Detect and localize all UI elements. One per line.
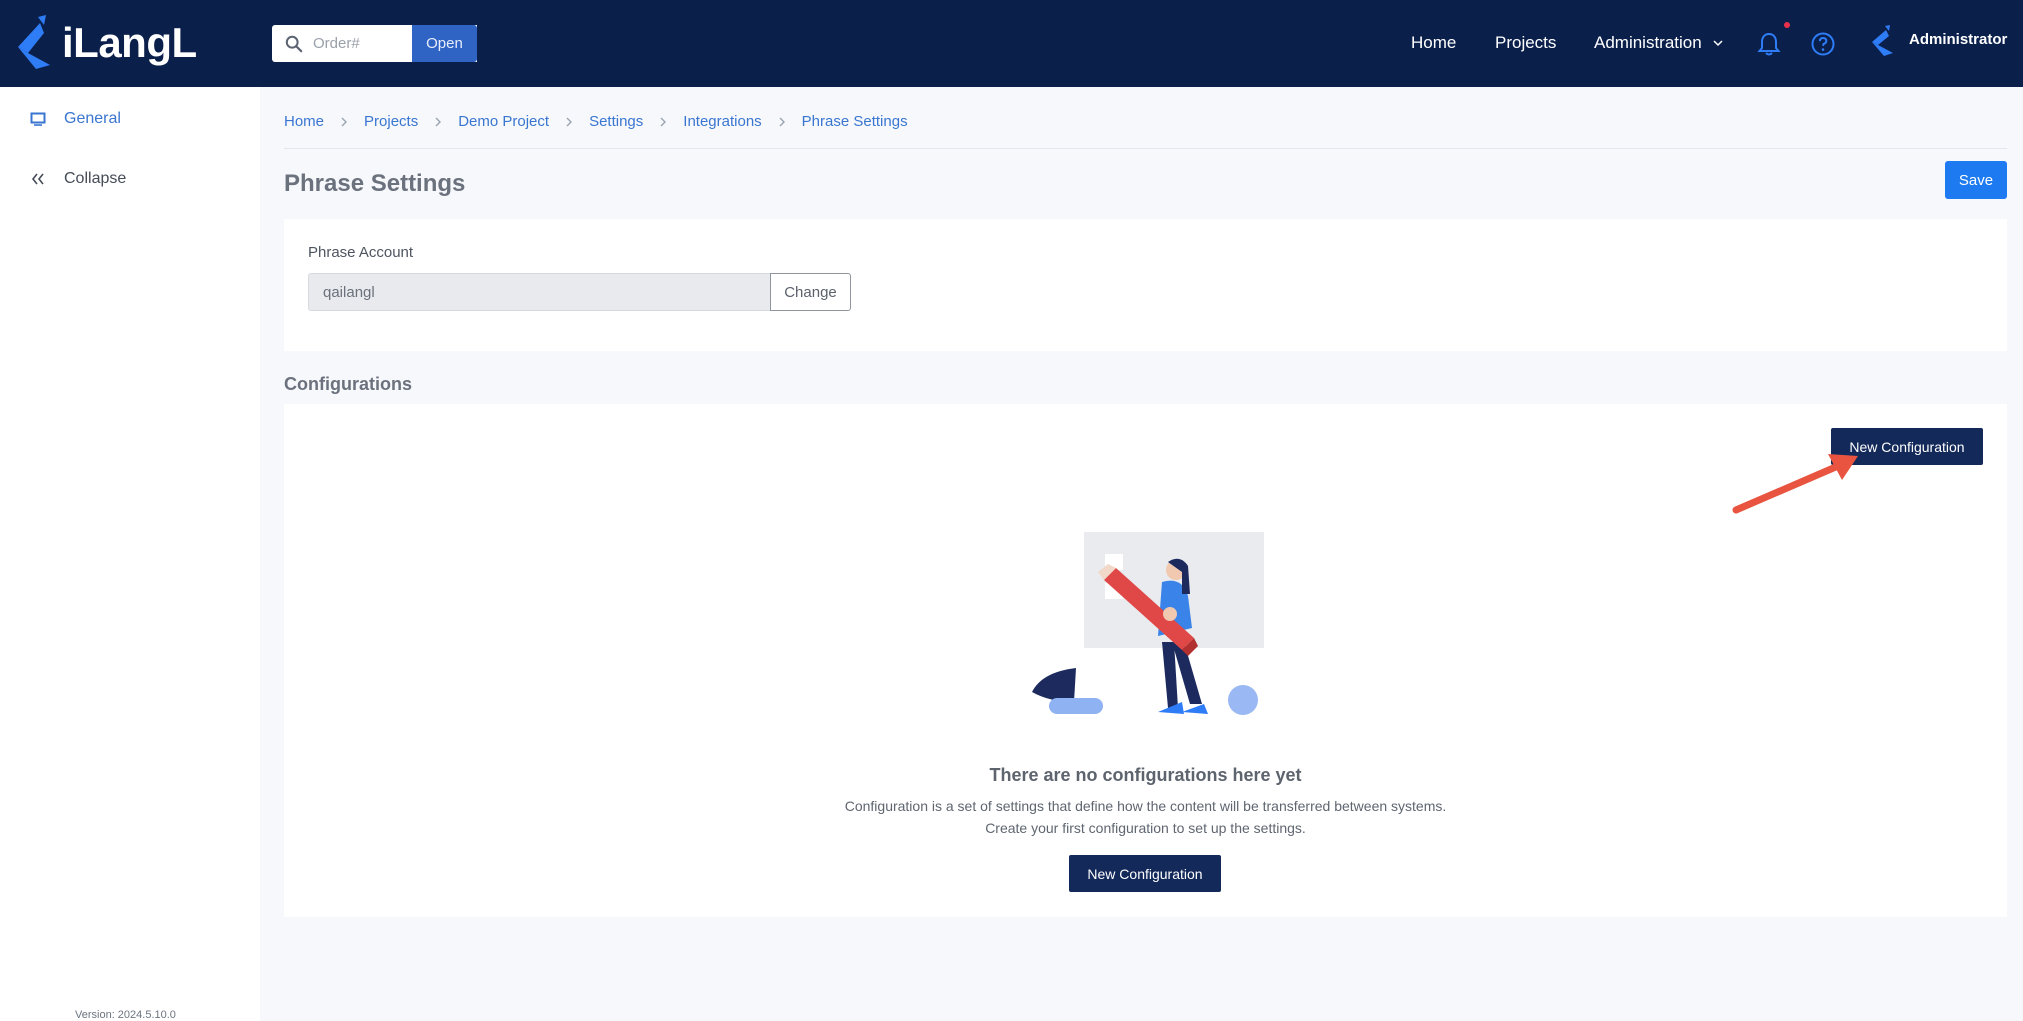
- chevron-right-icon: [341, 117, 348, 126]
- breadcrumb-integrations[interactable]: Integrations: [683, 113, 761, 130]
- empty-state-illustration: [1032, 532, 1264, 715]
- chevron-right-icon: [566, 117, 573, 126]
- chevron-right-icon: [779, 117, 785, 126]
- configurations-heading: Configurations: [284, 374, 412, 394]
- breadcrumb-demo-project[interactable]: Demo Project: [458, 113, 549, 130]
- empty-state-hint: Create your first configuration to set u…: [985, 820, 1306, 836]
- logo-icon: [18, 15, 50, 69]
- bell-icon[interactable]: [1756, 31, 1782, 57]
- breadcrumb-settings[interactable]: Settings: [589, 113, 643, 130]
- sidebar-item-general[interactable]: General: [28, 109, 121, 129]
- open-order-button[interactable]: Open: [412, 25, 477, 62]
- breadcrumb-home[interactable]: Home: [284, 113, 324, 130]
- configurations-card: New Configuration There are no configura…: [284, 404, 2007, 917]
- nav-home[interactable]: Home: [1411, 33, 1456, 53]
- annotation-arrow-icon: [1732, 454, 1858, 514]
- breadcrumb-phrase-settings[interactable]: Phrase Settings: [802, 113, 908, 130]
- user-avatar-icon[interactable]: [1868, 24, 1896, 58]
- new-configuration-button-empty[interactable]: New Configuration: [1069, 855, 1221, 892]
- chevron-down-icon[interactable]: [1711, 36, 1725, 50]
- notification-dot: [1784, 22, 1790, 28]
- sidebar-item-label: Collapse: [64, 170, 127, 187]
- sidebar: General Collapse Version: 2024.5.10.0: [0, 87, 260, 1021]
- save-button[interactable]: Save: [1945, 161, 2007, 199]
- breadcrumb: Home Projects Demo Project Settings Inte…: [284, 113, 908, 130]
- search-icon: [285, 35, 303, 52]
- version-label: Version: 2024.5.10.0: [75, 1009, 176, 1021]
- chevron-right-icon: [660, 117, 667, 126]
- chevron-right-icon: [435, 117, 442, 126]
- breadcrumb-projects[interactable]: Projects: [364, 113, 418, 130]
- app-logo[interactable]: iLangL: [10, 12, 197, 74]
- phrase-account-label: Phrase Account: [308, 244, 414, 261]
- nav-projects[interactable]: Projects: [1495, 33, 1556, 53]
- phrase-account-field: qailangl: [308, 273, 770, 311]
- divider: [284, 148, 2007, 149]
- logo-text: iLangL: [62, 19, 197, 66]
- nav-administration[interactable]: Administration: [1594, 33, 1702, 53]
- empty-state-title: There are no configurations here yet: [989, 765, 1302, 785]
- change-account-button[interactable]: Change: [770, 273, 851, 311]
- page-title: Phrase Settings: [284, 170, 466, 197]
- sidebar-collapse[interactable]: Collapse: [28, 169, 126, 189]
- double-chevron-left-icon: [28, 169, 48, 189]
- empty-state-description: Configuration is a set of settings that …: [844, 798, 1447, 814]
- user-name[interactable]: Administrator: [1909, 31, 2007, 48]
- help-icon[interactable]: [1810, 31, 1836, 57]
- sidebar-item-label: General: [64, 110, 121, 127]
- top-navbar: iLangL Open Home Projects Administration…: [0, 0, 2023, 87]
- phrase-account-card: Phrase Account qailangl Change: [284, 219, 2007, 351]
- monitor-icon: [28, 109, 48, 129]
